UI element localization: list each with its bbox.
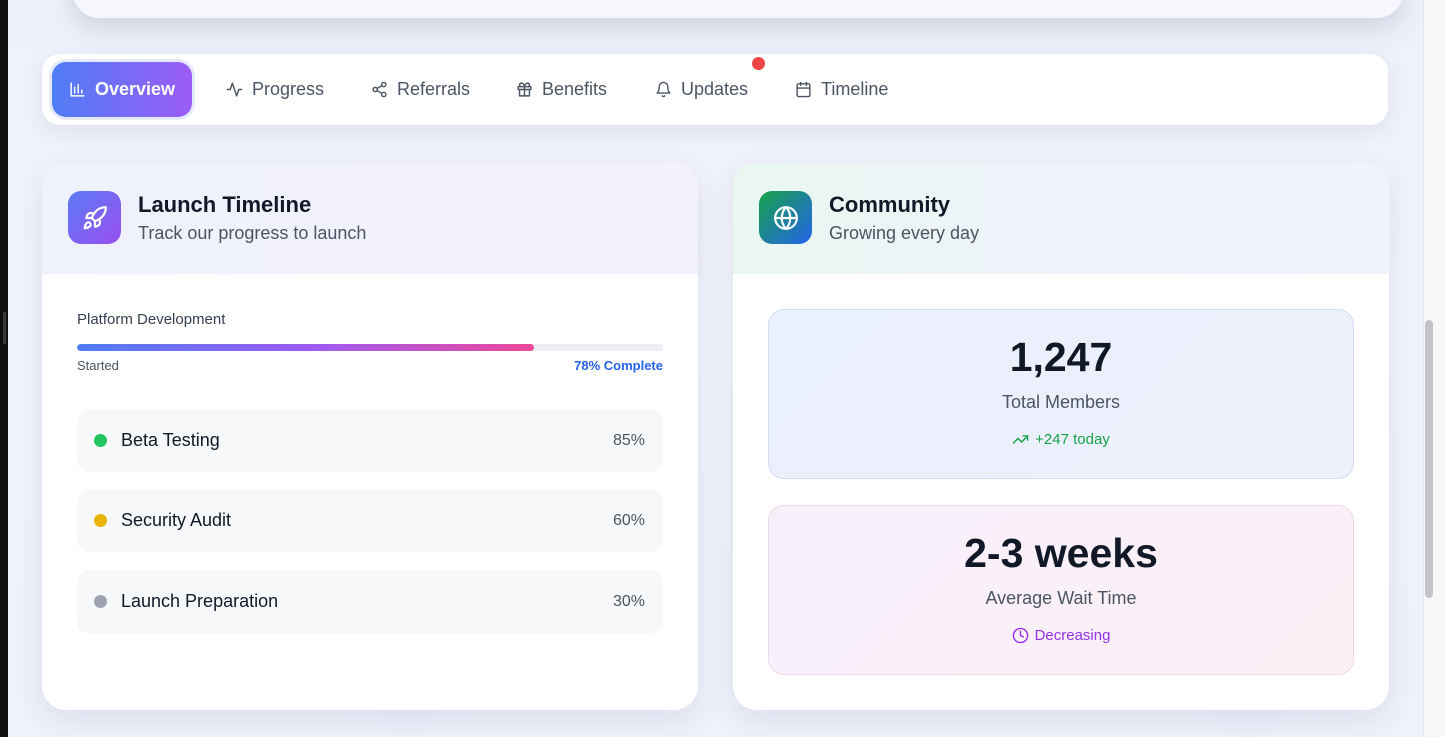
stat-label: Total Members xyxy=(1001,392,1121,412)
tab-benefits[interactable]: Benefits xyxy=(516,62,607,117)
bell-icon xyxy=(656,81,671,98)
progress-start-label: Started xyxy=(77,358,119,373)
phase-item-launch-preparation: Launch Preparation 30% xyxy=(77,570,663,633)
previous-section-card xyxy=(73,0,1403,18)
stat-trend: Decreasing xyxy=(769,627,1353,644)
tab-overview[interactable]: Overview xyxy=(52,62,192,117)
card-title: Community xyxy=(829,192,950,217)
card-subtitle: Growing every day xyxy=(829,223,980,243)
launch-timeline-card: Launch Timeline Track our progress to la… xyxy=(42,163,698,710)
tab-updates[interactable]: Updates xyxy=(655,62,748,117)
trend-text: +247 today xyxy=(1035,431,1110,448)
card-subtitle: Track our progress to launch xyxy=(138,223,367,243)
progress-complete-label: 78% Complete xyxy=(574,358,663,373)
tab-label: Overview xyxy=(94,79,176,99)
share-icon xyxy=(372,81,387,98)
phase-percent: 85% xyxy=(612,431,645,449)
card-header: Launch Timeline Track our progress to la… xyxy=(42,163,698,274)
tab-label: Updates xyxy=(681,79,749,99)
window-edge-handle xyxy=(3,312,6,344)
platform-progress-bar xyxy=(77,344,663,351)
average-wait-stat: 2-3 weeks Average Wait Time Decreasing xyxy=(768,505,1354,675)
notification-dot xyxy=(752,57,765,70)
tab-referrals[interactable]: Referrals xyxy=(371,62,470,117)
calendar-icon xyxy=(796,81,811,98)
tab-bar: Overview Progress Referrals Benefits Upd… xyxy=(42,54,1388,125)
phase-name: Beta Testing xyxy=(121,430,220,450)
community-card: Community Growing every day 1,247 Total … xyxy=(733,163,1389,710)
globe-icon-badge xyxy=(759,191,812,244)
rocket-icon-badge xyxy=(68,191,121,244)
scrollbar-thumb[interactable] xyxy=(1425,320,1433,598)
platform-progress-fill xyxy=(77,344,535,351)
rocket-icon xyxy=(83,205,107,229)
card-header: Community Growing every day xyxy=(733,163,1389,274)
gift-icon xyxy=(517,82,532,97)
trend-text: Decreasing xyxy=(1034,627,1111,644)
status-dot xyxy=(94,434,107,447)
stat-label: Average Wait Time xyxy=(985,588,1137,608)
status-dot xyxy=(94,595,107,608)
total-members-stat: 1,247 Total Members +247 today xyxy=(768,309,1354,479)
stat-trend: +247 today xyxy=(769,431,1353,448)
phase-item-beta-testing: Beta Testing 85% xyxy=(77,409,663,472)
phase-percent: 60% xyxy=(612,511,645,529)
tab-label: Referrals xyxy=(397,79,471,99)
platform-development-label: Platform Development xyxy=(77,311,226,328)
trending-up-icon xyxy=(1012,435,1029,444)
activity-icon xyxy=(226,82,243,97)
tab-progress[interactable]: Progress xyxy=(226,62,324,117)
page-viewport: Overview Progress Referrals Benefits Upd… xyxy=(8,0,1423,737)
tab-timeline[interactable]: Timeline xyxy=(795,62,888,117)
phase-item-security-audit: Security Audit 60% xyxy=(77,489,663,552)
globe-icon xyxy=(773,205,798,230)
stat-value: 1,247 xyxy=(1009,334,1113,380)
clock-icon xyxy=(1012,627,1028,644)
phase-name: Launch Preparation xyxy=(121,591,279,611)
phase-name: Security Audit xyxy=(121,510,232,530)
tab-label: Benefits xyxy=(542,79,608,99)
stat-value: 2-3 weeks xyxy=(964,530,1158,576)
phase-percent: 30% xyxy=(612,592,645,610)
tab-label: Progress xyxy=(252,79,325,99)
bar-chart-icon xyxy=(70,82,85,97)
card-title: Launch Timeline xyxy=(138,192,312,217)
status-dot xyxy=(94,514,107,527)
tab-label: Timeline xyxy=(821,79,889,99)
